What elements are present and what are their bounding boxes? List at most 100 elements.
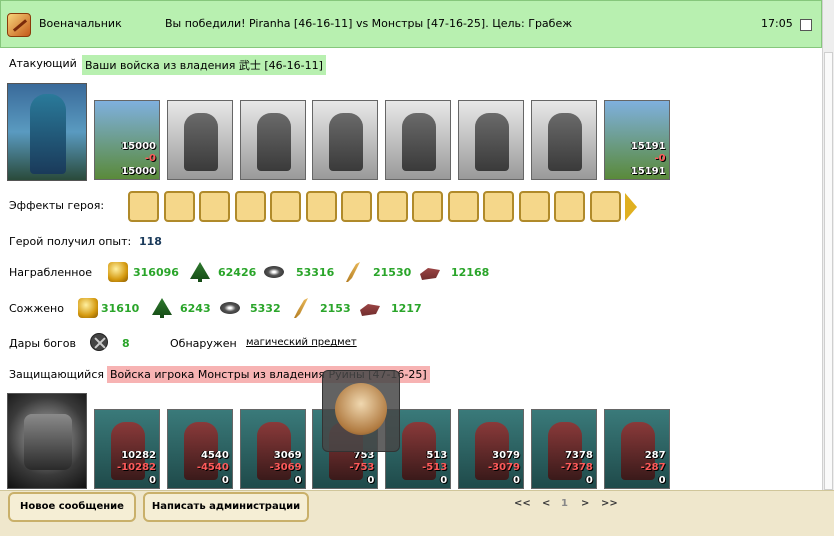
helmet-icon[interactable] [412,191,443,222]
resource-value: 316096 [133,266,179,279]
attacker-unit-slot[interactable]: 15191 -0 15191 [603,100,670,180]
unit-count: 3069 [273,450,302,461]
attacker-unit-slot[interactable] [458,100,524,180]
resource-value: 31610 [101,302,140,315]
resource-value: 12168 [451,266,490,279]
attacker-hero-portrait[interactable] [7,83,87,181]
amulet-icon[interactable] [128,191,159,222]
unit-remaining: 15191 [630,166,666,177]
unit-loss: -0 [654,153,666,164]
attacker-unit-slot[interactable] [239,100,306,180]
attacker-unit-slot[interactable] [530,100,597,180]
shield-hand-icon[interactable] [376,191,408,222]
unit-loss: -10282 [117,462,156,473]
unit-figure [402,113,437,171]
new-message-button[interactable]: Новое сообщение [8,492,136,522]
unit-figure [329,113,364,171]
unit-count: 513 [426,450,448,461]
pager-current: 1 [561,498,568,509]
gifts-label: Дары богов [9,337,77,350]
sword-icon[interactable] [163,191,195,222]
pager-prev[interactable]: < [542,498,550,509]
unit-remaining: 0 [440,475,448,486]
net-icon[interactable] [447,191,479,222]
attacker-unit-slot[interactable]: 15000 -0 15000 [94,100,160,180]
scrollbar-thumb[interactable] [824,52,833,490]
attacker-unit-slot[interactable] [312,100,379,180]
unit-figure [475,113,509,171]
experience-label: Герой получил опыт: [9,235,132,248]
unit-loss: -513 [422,462,448,473]
armor-icon[interactable] [483,191,514,222]
resource-value: 53316 [296,266,335,279]
pager-last[interactable]: >> [601,498,618,509]
wood-icon [152,298,172,318]
crops-icon [294,298,308,318]
defender-unit-slot[interactable]: 3079 -3079 0 [458,409,524,489]
hero-figure [30,94,66,174]
unit-remaining: 15000 [121,166,156,177]
helmet-icon [335,383,387,435]
unit-loss: -7378 [560,462,593,473]
loot-label: Награбленное [9,266,92,279]
gods-gift-icon [90,333,108,351]
write-admin-button[interactable]: Написать администрации [143,492,309,522]
attacker-tag: Ваши войска из владения 武士 [46-16-11] [82,55,326,75]
resource-value: 5332 [250,302,281,315]
resource-value: 21530 [373,266,412,279]
defender-hero-portrait[interactable] [7,393,87,489]
unit-count: 7378 [564,450,593,461]
defender-unit-slot[interactable]: 7378 -7378 0 [530,409,597,489]
hand-icon[interactable] [234,191,266,222]
battle-report-header: Военачальник Вы победили! Piranha [46-16… [0,0,822,48]
ore-icon [220,302,240,314]
unit-figure [183,113,218,171]
header-message: Вы победили! Piranha [46-16-11] vs Монст… [165,17,573,30]
unit-count: 15000 [121,141,156,152]
effects-next-arrow-icon[interactable] [625,193,637,221]
ring-icon[interactable] [518,191,550,222]
pager-first[interactable]: << [514,498,531,509]
defender-label: Защищающийся [9,368,104,381]
header-time: 17:05 [761,17,793,30]
handshake-icon[interactable] [199,191,230,222]
dice-icon[interactable] [305,191,337,222]
pager-next[interactable]: > [581,498,589,509]
defender-unit-slot[interactable]: 3069 -3069 0 [239,409,306,489]
unit-remaining: 0 [149,475,156,486]
unit-loss: -4540 [196,462,229,473]
wood-icon [190,262,210,282]
unit-remaining: 0 [367,475,375,486]
chest-icon[interactable] [270,191,301,222]
unit-remaining: 0 [658,475,666,486]
unit-loss: -287 [640,462,666,473]
defender-unit-slot[interactable]: 10282 -10282 0 [94,409,160,489]
unit-remaining: 0 [221,475,229,486]
ore-icon [264,266,284,278]
attacker-unit-slot[interactable] [385,100,452,180]
defender-unit-slot[interactable]: 287 -287 0 [603,409,670,489]
shield-icon[interactable] [341,191,372,222]
defender-unit-slot[interactable]: 4540 -4540 0 [166,409,233,489]
tent-icon[interactable] [554,191,585,222]
crops-icon [346,262,360,282]
unit-loss: -3079 [488,462,520,473]
attacker-unit-slot[interactable] [166,100,233,180]
unit-count: 15191 [630,141,666,152]
unit-count: 3079 [492,450,520,461]
blade-icon[interactable] [589,191,621,222]
battle-icon [7,13,31,37]
unit-remaining: 0 [513,475,520,486]
resource-value: 62426 [218,266,257,279]
gold-icon [108,262,128,282]
magic-item-link[interactable]: магический предмет [246,337,357,348]
unit-figure [547,113,582,171]
unit-figure [256,113,291,171]
resource-value: 2153 [320,302,351,315]
header-role: Военачальник [39,17,122,30]
gifts-value: 8 [122,337,130,350]
unit-count: 4540 [200,450,229,461]
select-checkbox[interactable] [800,19,812,31]
experience-value: 118 [139,235,162,248]
burned-label: Сожжено [9,302,64,315]
